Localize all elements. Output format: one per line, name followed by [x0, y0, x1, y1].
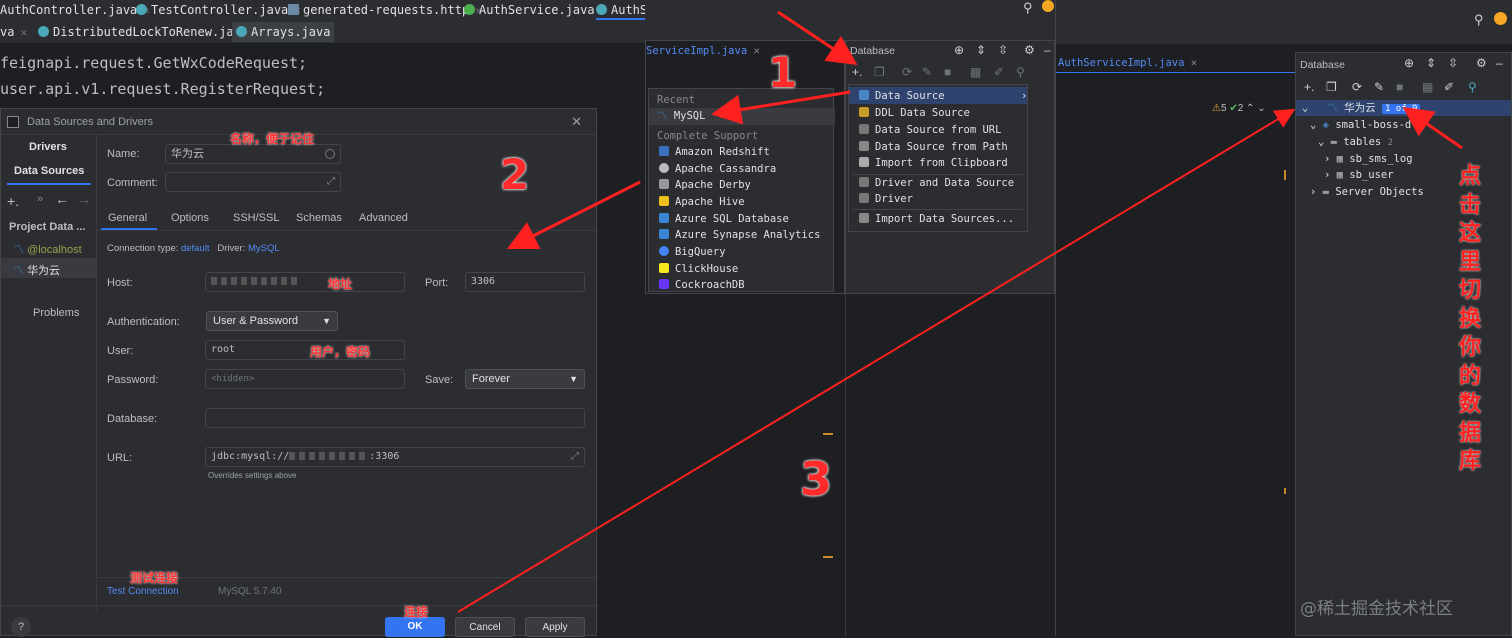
vertical-char: 据: [1458, 420, 1481, 446]
annotation-user: 用户，密码: [310, 345, 371, 359]
vertical-char: 里: [1458, 249, 1481, 275]
arrow-to-badge: [1402, 106, 1463, 150]
arrow-to-form: [506, 180, 641, 250]
annotation-vertical: 点 击 这 里 切 换 你 的 数 据 库: [1455, 163, 1485, 477]
vertical-char: 击: [1458, 192, 1481, 218]
annotation-name: 名称，便于记住: [230, 132, 315, 146]
vertical-char: 切: [1458, 278, 1481, 303]
annotation-step-3: 3: [800, 452, 833, 506]
vertical-char: 的: [1458, 363, 1481, 389]
vertical-char: 点: [1458, 164, 1481, 189]
annotation-step-1: 1: [768, 48, 798, 97]
vertical-char: 数: [1458, 392, 1481, 417]
annotation-ok: 连接: [404, 605, 429, 619]
watermark: @稀土掘金技术社区: [1300, 599, 1453, 619]
annotation-step-2: 2: [500, 150, 530, 199]
annotation-arrows: [457, 10, 1463, 613]
annotation-host: 地址: [328, 277, 353, 291]
vertical-char: 你: [1458, 335, 1481, 360]
vertical-char: 库: [1458, 449, 1481, 474]
arrow-ok-to-database: [457, 108, 1296, 613]
vertical-char: 这: [1458, 221, 1481, 246]
vertical-char: 换: [1458, 306, 1481, 332]
annotation-test: 测试连接: [130, 571, 179, 585]
